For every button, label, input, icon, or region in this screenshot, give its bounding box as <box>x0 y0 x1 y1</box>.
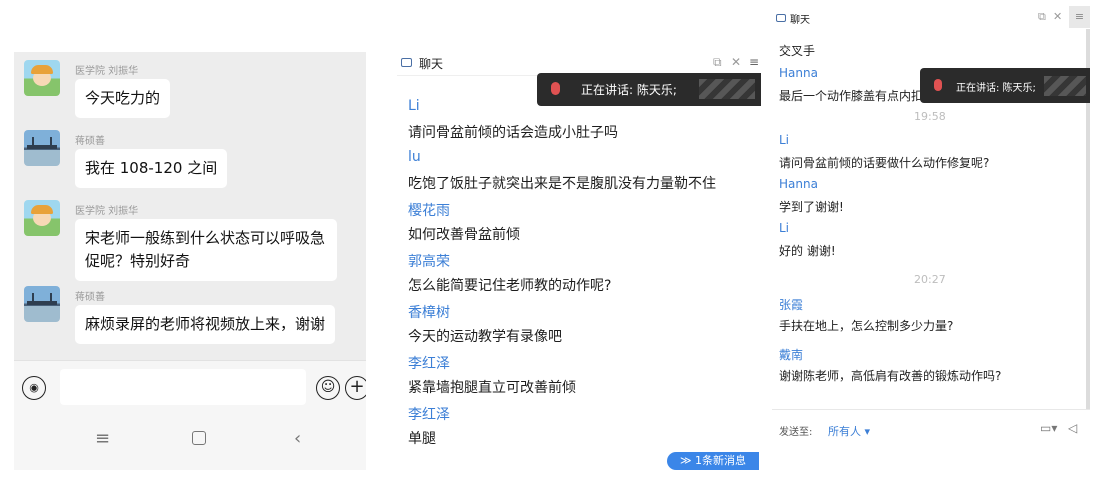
mic-icon <box>551 82 560 95</box>
send-to-label: 发送至: <box>779 427 813 438</box>
send-to-select[interactable]: 所有人 ▾ <box>828 423 870 439</box>
voice-icon[interactable]: ◉ <box>22 376 46 400</box>
system-nav-bar: ≡ ‹ <box>14 412 366 470</box>
sender-name[interactable]: Li <box>779 133 789 147</box>
message-text: 交叉手 <box>779 44 816 58</box>
sender-name: 蒋硕善 <box>75 292 105 303</box>
sender-name[interactable]: lu <box>408 149 421 165</box>
home-icon[interactable] <box>192 431 206 445</box>
sender-name[interactable]: Hanna <box>779 177 818 191</box>
sender-name[interactable]: Li <box>779 221 789 235</box>
message-text: 最后一个动作膝盖有点内扣 <box>779 89 924 103</box>
input-bar: ◉ ☺ + <box>14 360 366 412</box>
sound-icon[interactable]: ◁ <box>1068 421 1077 435</box>
sender-name: 医学院 刘振华 <box>75 206 139 217</box>
bridge-photo-avatar[interactable] <box>24 130 60 166</box>
message-bubble[interactable]: 宋老师一般练到什么状态可以呼吸急促呢？特别好奇 <box>75 219 337 281</box>
plus-icon[interactable]: + <box>345 376 366 400</box>
sender-name[interactable]: 李红泽 <box>408 353 450 373</box>
cartoon-avatar[interactable] <box>24 200 60 236</box>
cartoon-avatar[interactable] <box>24 60 60 96</box>
menu-icon[interactable]: ≡ <box>95 428 110 449</box>
sender-name: 医学院 刘振华 <box>75 66 139 77</box>
blurred-avatars <box>699 79 755 99</box>
back-icon[interactable]: ‹ <box>294 428 301 449</box>
message-text: 怎么能简要记住老师教的动作呢? <box>408 278 612 294</box>
sender-name[interactable]: 郭高荣 <box>408 251 450 271</box>
chat-window-right: 聊天 ⧉ ✕ ≡ 交叉手 Hanna 最后一个动作膝盖有点内扣 19:58 Li 请问骨盆… <box>772 5 1090 470</box>
message-bubble[interactable]: 今天吃力的 <box>75 79 171 118</box>
message-text: 吃饱了饭肚子就突出来是不是腹肌没有力量勒不住 <box>408 176 716 192</box>
timestamp: 20:27 <box>914 273 946 286</box>
menu-icon[interactable]: ≡ <box>749 55 759 69</box>
chat-icon <box>401 58 412 67</box>
message-text: 单腿 <box>408 431 436 447</box>
message-text: 手扶在地上，怎么控制多少力量? <box>779 319 954 333</box>
sender-name[interactable]: 香樟树 <box>408 302 450 322</box>
message-bubble[interactable]: 麻烦录屏的老师将视频放上来，谢谢 <box>75 305 336 344</box>
sender-name[interactable]: Li <box>408 98 420 114</box>
sender-name[interactable]: 李红泽 <box>408 404 450 424</box>
sender-name[interactable]: 戴南 <box>779 346 803 363</box>
sender-name[interactable]: 樱花雨 <box>408 200 450 220</box>
message-text: 请问骨盆前倾的话会造成小肚子吗 <box>408 125 618 141</box>
message-text: 请问骨盆前倾的话要做什么动作修复呢? <box>779 156 990 170</box>
message-text: 如何改善骨盆前倾 <box>408 227 520 243</box>
emoji-icon[interactable]: ☺ <box>316 376 340 400</box>
speaking-indicator: 正在讲话: 陈天乐; <box>537 73 761 106</box>
message-text: 今天的运动教学有录像吧 <box>408 329 562 345</box>
message-text: 紧靠墙抱腿直立可改善前倾 <box>408 380 576 396</box>
message-input[interactable] <box>60 369 306 405</box>
message-bubble[interactable]: 我在 108-120 之间 <box>75 149 228 188</box>
speaking-text: 正在讲话: 陈天乐; <box>581 83 677 97</box>
bridge-photo-avatar[interactable] <box>24 286 60 322</box>
window-header: 聊天 ⧉ ✕ ≡ <box>772 5 1090 29</box>
close-icon[interactable]: ✕ <box>731 55 741 69</box>
blurred-avatars <box>1044 76 1086 96</box>
new-messages-button[interactable]: ≫ 1条新消息 <box>667 452 759 470</box>
sender-name[interactable]: Hanna <box>779 66 818 80</box>
popout-icon[interactable]: ⧉ <box>1038 10 1046 24</box>
mic-icon <box>934 79 942 91</box>
sender-name: 蒋硕善 <box>75 136 105 147</box>
speaking-indicator: 正在讲话: 陈天乐; <box>920 68 1090 103</box>
window-title: 聊天 <box>419 57 444 71</box>
timestamp: 19:58 <box>914 110 946 123</box>
menu-icon[interactable]: ≡ <box>1069 6 1090 28</box>
chat-window-middle: 聊天 ⧉ ✕ ≡ 正在讲话: 陈天乐; Li 请问骨盆前倾的话会造成小肚子吗 lu 吃… <box>397 52 761 470</box>
popout-icon[interactable]: ⧉ <box>713 55 722 70</box>
folder-icon[interactable]: ▭▾ <box>1040 421 1057 435</box>
window-title: 聊天 <box>790 15 810 26</box>
chat-icon <box>776 14 786 22</box>
send-bar: 发送至: 所有人 ▾ ▭▾ ◁ <box>772 409 1090 449</box>
sender-name[interactable]: 张霞 <box>779 296 803 313</box>
message-text: 谢谢陈老师，高低肩有改善的锻炼动作吗? <box>779 369 1002 383</box>
close-icon[interactable]: ✕ <box>1053 10 1062 23</box>
message-text: 学到了谢谢! <box>779 200 844 214</box>
mobile-chat-panel: 医学院 刘振华 今天吃力的 蒋硕善 我在 108-120 之间 医学院 刘振华 宋老师一般… <box>14 52 366 470</box>
message-list: 医学院 刘振华 今天吃力的 蒋硕善 我在 108-120 之间 医学院 刘振华 宋老师一般… <box>14 52 366 360</box>
speaking-text: 正在讲话: 陈天乐; <box>956 83 1036 94</box>
message-text: 好的 谢谢! <box>779 244 836 258</box>
